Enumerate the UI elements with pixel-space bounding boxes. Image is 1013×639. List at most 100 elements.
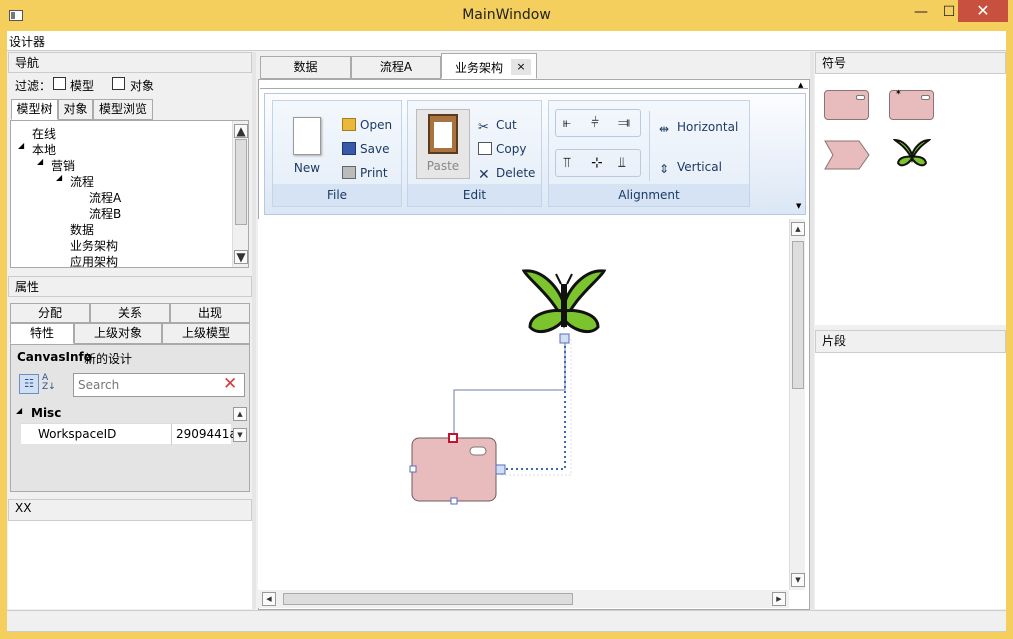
tree-item-local[interactable]: 本地 <box>32 141 56 158</box>
tree-item-process-a[interactable]: 流程A <box>89 189 121 206</box>
paste-button[interactable]: Paste <box>416 109 470 179</box>
connection-handle-top[interactable] <box>448 433 458 443</box>
canvas-horizontal-scrollbar[interactable]: ◀ ▶ <box>258 590 789 608</box>
horizontal-distribute-icon: ⇹ <box>659 122 670 136</box>
symbol-event[interactable]: ✶ <box>889 88 934 120</box>
align-middle-icon[interactable]: ⊹ <box>591 155 603 171</box>
tab-assignment[interactable]: 分配 <box>10 303 90 323</box>
filter-model-label: 模型 <box>70 79 95 93</box>
scroll-right-icon[interactable]: ▶ <box>772 592 786 606</box>
align-top-icon[interactable]: ⫪ <box>563 155 571 171</box>
minimize-button[interactable]: — <box>907 3 935 21</box>
tab-parent-objects[interactable]: 上级对象 <box>74 323 162 344</box>
scroll-down-icon[interactable]: ▼ <box>233 428 247 442</box>
tree-expand-icon[interactable]: ◢ <box>37 157 43 166</box>
property-value[interactable]: 2909441a <box>176 427 237 441</box>
right-splitter[interactable] <box>810 52 814 609</box>
align-left-icon[interactable]: ⫦ <box>563 115 571 131</box>
open-button[interactable]: Open <box>342 118 392 132</box>
filter-object-checkbox[interactable] <box>112 77 125 90</box>
tab-relations[interactable]: 关系 <box>90 303 170 323</box>
tab-occurrences[interactable]: 出现 <box>170 303 250 323</box>
save-button[interactable]: Save <box>342 142 389 156</box>
new-button[interactable]: New <box>290 117 324 179</box>
scroll-up-icon[interactable]: ▲ <box>233 407 247 421</box>
print-button[interactable]: Print <box>342 166 388 180</box>
tree-item-marketing[interactable]: 营销 <box>51 157 75 174</box>
delete-button[interactable]: ✕ Delete <box>478 166 535 182</box>
align-center-icon[interactable]: ⫩ <box>591 115 599 131</box>
close-button[interactable]: ✕ <box>958 0 1008 22</box>
filter-model-checkbox[interactable] <box>53 77 66 90</box>
left-splitter[interactable] <box>252 52 256 609</box>
tree-item-app-arch[interactable]: 应用架构 <box>70 253 118 270</box>
delete-x-icon: ✕ <box>478 167 490 183</box>
canvas-scroll-thumb-h[interactable] <box>283 593 573 605</box>
tree-expand-icon[interactable]: ◢ <box>56 173 62 182</box>
tab-objects[interactable]: 对象 <box>58 99 93 120</box>
tab-model-browse[interactable]: 模型浏览 <box>93 99 153 120</box>
tab-attributes[interactable]: 特性 <box>10 323 74 344</box>
connection-handle-right[interactable] <box>495 464 506 475</box>
doc-tab-data[interactable]: 数据 <box>260 56 351 79</box>
category-misc[interactable]: ◢ Misc <box>11 404 249 423</box>
status-bar <box>7 610 1006 632</box>
scroll-up-icon[interactable]: ▲ <box>791 222 805 236</box>
symbol-chevron[interactable] <box>824 140 870 170</box>
scroll-down-icon[interactable]: ▼ <box>791 573 805 587</box>
tree-item-data[interactable]: 数据 <box>70 221 94 238</box>
distribute-horizontal-button[interactable]: ⇹ Horizontal <box>659 120 738 136</box>
scroll-up-icon[interactable]: ▲ <box>234 124 248 138</box>
ribbon-expand-icon[interactable]: ▼ <box>796 202 801 210</box>
scroll-left-icon[interactable]: ◀ <box>262 592 276 606</box>
new-document-icon <box>293 117 321 155</box>
tree-item-online[interactable]: 在线 <box>32 125 56 142</box>
ribbon-top-strip: ▲ <box>260 81 808 89</box>
distribute-vertical-button[interactable]: ⇕ Vertical <box>659 160 722 176</box>
property-row-workspace[interactable]: WorkspaceID 2909441a <box>21 423 237 445</box>
tab-parent-models[interactable]: 上级模型 <box>162 323 250 344</box>
selected-connector-line[interactable] <box>501 341 566 470</box>
connector-line[interactable] <box>453 341 566 438</box>
menu-bar: 设计器 <box>7 31 1006 51</box>
filter-object-label: 对象 <box>130 79 155 93</box>
design-canvas[interactable] <box>258 219 789 590</box>
canvas-scroll-thumb-v[interactable] <box>792 241 804 389</box>
doc-tab-process-a[interactable]: 流程A <box>351 56 441 79</box>
tree-item-process[interactable]: 流程 <box>70 173 94 190</box>
folder-icon <box>342 118 356 131</box>
sort-alpha-icon[interactable]: A Z↓ <box>42 374 62 394</box>
tree-item-business-arch[interactable]: 业务架构 <box>70 237 118 254</box>
symbol-process[interactable] <box>824 90 869 120</box>
tab-close-icon[interactable]: × <box>511 59 531 75</box>
copy-button[interactable]: Copy <box>478 142 526 156</box>
butterfly-shape[interactable] <box>521 269 607 333</box>
delete-label: Delete <box>496 166 536 180</box>
doc-tab-business-arch[interactable]: 业务架构 × <box>441 53 537 79</box>
tab-model-tree[interactable]: 模型树 <box>11 99 58 120</box>
shape-badge <box>469 446 487 456</box>
tree-expand-icon[interactable]: ◢ <box>18 141 24 150</box>
ribbon-collapse-icon[interactable]: ▲ <box>798 81 803 89</box>
tree-scrollbar[interactable]: ▲ ▼ <box>232 121 248 267</box>
ribbon-group-alignment-label: Alignment <box>549 184 749 206</box>
connection-handle-butterfly[interactable] <box>559 333 570 344</box>
canvas-vertical-scrollbar[interactable]: ▲ ▼ <box>789 219 805 590</box>
connection-handle-bottom[interactable] <box>450 497 458 505</box>
scissors-icon: ✂ <box>478 120 489 135</box>
symbol-butterfly[interactable] <box>893 138 931 172</box>
clear-search-icon[interactable]: ✕ <box>223 374 237 394</box>
cut-button[interactable]: ✂ Cut <box>478 118 517 135</box>
align-right-icon[interactable]: ⫥ <box>618 115 630 131</box>
menu-designer[interactable]: 设计器 <box>9 33 45 50</box>
search-input[interactable]: Search ✕ <box>73 373 245 397</box>
connection-handle-left[interactable] <box>409 465 417 473</box>
properties-header: 属性 <box>8 276 252 297</box>
scroll-down-icon[interactable]: ▼ <box>234 250 248 264</box>
collapse-icon[interactable]: ◢ <box>16 406 22 415</box>
tree-scroll-thumb[interactable] <box>235 139 247 225</box>
categorized-icon[interactable]: ☷ <box>19 374 39 394</box>
tree-item-process-b[interactable]: 流程B <box>89 205 121 222</box>
xx-header: XX <box>8 499 252 521</box>
align-bottom-icon[interactable]: ⫫ <box>618 155 626 171</box>
